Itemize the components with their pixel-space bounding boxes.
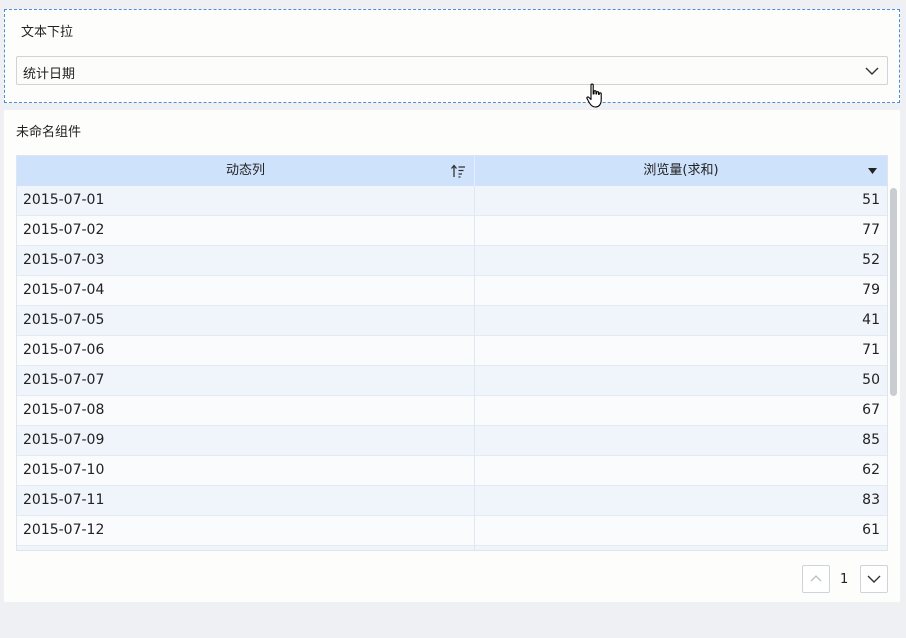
value-cell: 62 (862, 462, 880, 478)
date-cell: 2015-07-08 (17, 396, 475, 425)
dropdown-selected-value: 统计日期 (23, 67, 76, 82)
chevron-down-icon[interactable] (863, 62, 881, 80)
table-row[interactable]: 2015-07-04 79 (17, 276, 887, 306)
pager-current-page: 1 (840, 572, 849, 587)
value-cell: 52 (862, 252, 880, 268)
table-row[interactable]: 2015-07-03 52 (17, 246, 887, 276)
table-row[interactable]: 2015-07-11 83 (17, 486, 887, 516)
date-cell: 2015-07-11 (17, 486, 475, 515)
table-row-partial[interactable] (17, 546, 887, 550)
data-table: 动态列 浏览量(求和) 2015-07-01 51 2015-07-02 77 … (16, 155, 888, 551)
value-cell: 77 (862, 222, 880, 238)
table-row[interactable]: 2015-07-06 71 (17, 336, 887, 366)
table-row[interactable]: 2015-07-05 41 (17, 306, 887, 336)
date-cell: 2015-07-02 (17, 216, 475, 245)
column-header-label: 动态列 (225, 163, 265, 178)
pager-prev-button[interactable] (802, 565, 830, 593)
date-cell: 2015-07-04 (17, 276, 475, 305)
date-cell: 2015-07-10 (17, 456, 475, 485)
table-row[interactable]: 2015-07-07 50 (17, 366, 887, 396)
date-cell: 2015-07-06 (17, 336, 475, 365)
date-cell: 2015-07-03 (17, 246, 475, 275)
value-cell: 51 (862, 192, 880, 208)
widget-title: 未命名组件 (16, 125, 82, 140)
table-header: 动态列 浏览量(求和) (17, 156, 887, 186)
table-row[interactable]: 2015-07-02 77 (17, 216, 887, 246)
chevron-down-icon (867, 575, 881, 583)
value-cell: 85 (862, 432, 880, 448)
value-cell: 67 (862, 402, 880, 418)
table-body: 2015-07-01 51 2015-07-02 77 2015-07-03 5… (17, 186, 887, 550)
date-cell: 2015-07-07 (17, 366, 475, 395)
table-scrollbar[interactable] (890, 188, 897, 396)
date-cell (17, 546, 475, 550)
dropdown-widget-title: 文本下拉 (21, 25, 74, 40)
dropdown-select[interactable]: 统计日期 (16, 56, 888, 85)
caret-down-icon[interactable] (868, 168, 877, 174)
date-cell: 2015-07-09 (17, 426, 475, 455)
table-row[interactable]: 2015-07-10 62 (17, 456, 887, 486)
hand-pointer-icon (586, 83, 602, 108)
date-cell: 2015-07-05 (17, 306, 475, 335)
column-header-views[interactable]: 浏览量(求和) (475, 156, 887, 186)
value-cell: 50 (862, 372, 880, 388)
column-header-label: 浏览量(求和) (643, 163, 719, 178)
pager-next-button[interactable] (860, 565, 888, 593)
value-cell: 83 (862, 492, 880, 508)
value-cell: 41 (862, 312, 880, 328)
column-header-dynamic[interactable]: 动态列 (17, 156, 475, 186)
chevron-up-icon (810, 575, 822, 582)
sort-ascending-icon[interactable] (450, 164, 466, 178)
value-cell: 79 (862, 282, 880, 298)
value-cell (475, 546, 880, 550)
table-widget: 未命名组件 动态列 浏览量(求和) 2015-07-01 51 2015-07-… (4, 110, 900, 602)
value-cell: 61 (862, 522, 880, 538)
table-row[interactable]: 2015-07-09 85 (17, 426, 887, 456)
table-row[interactable]: 2015-07-12 61 (17, 516, 887, 546)
value-cell: 71 (862, 342, 880, 358)
table-row[interactable]: 2015-07-08 67 (17, 396, 887, 426)
table-row[interactable]: 2015-07-01 51 (17, 186, 887, 216)
date-cell: 2015-07-01 (17, 186, 475, 215)
date-cell: 2015-07-12 (17, 516, 475, 545)
text-dropdown-widget[interactable]: 文本下拉 统计日期 (4, 9, 900, 103)
